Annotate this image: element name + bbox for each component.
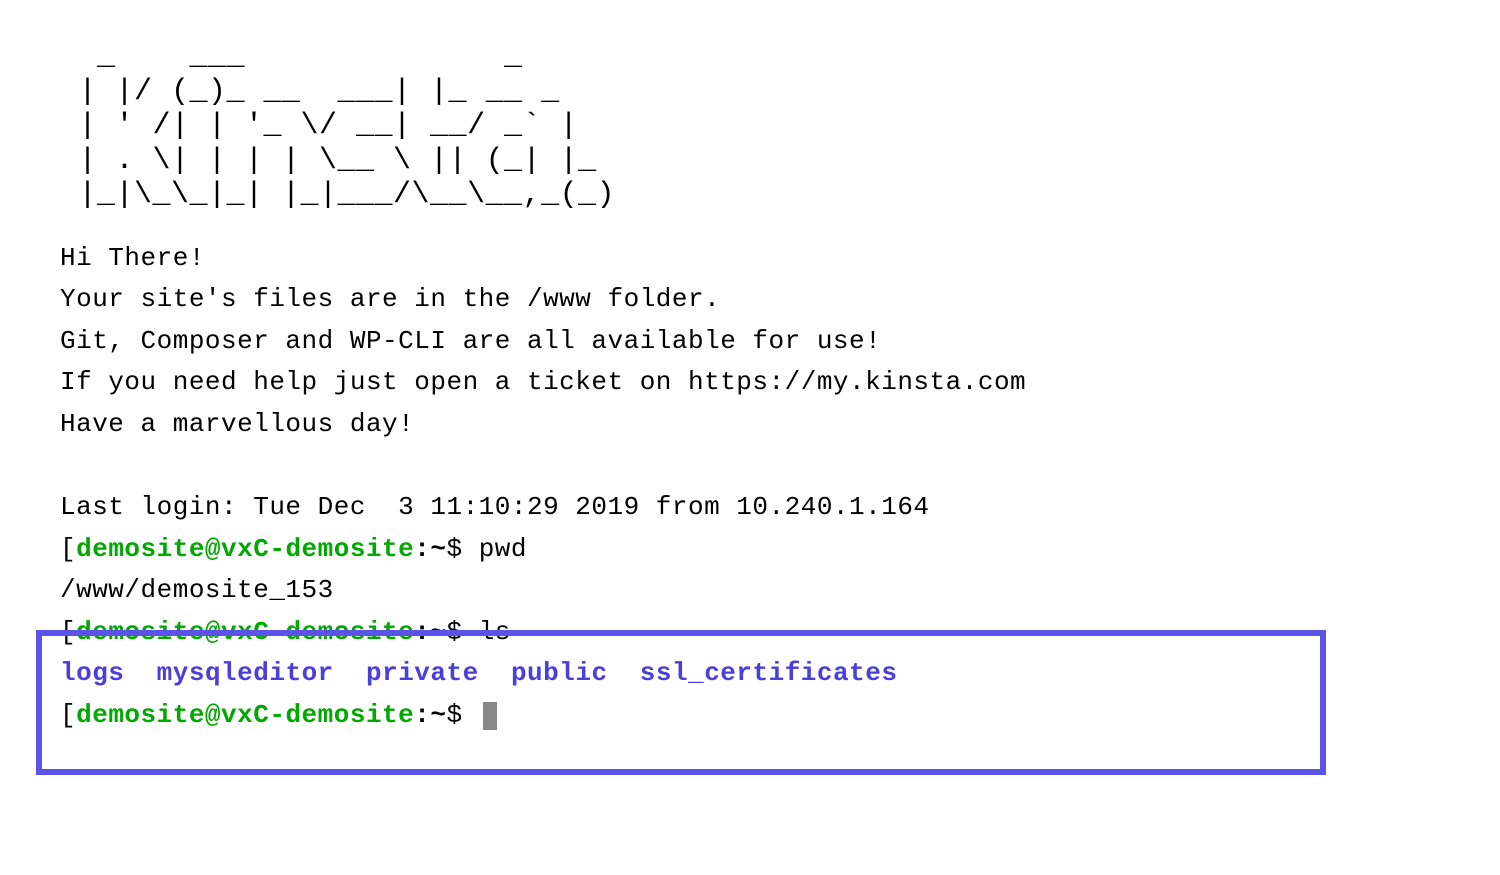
prompt-ls: [demosite@vxC-demosite:~$ ls	[60, 612, 1440, 654]
command-ls: ls	[479, 617, 511, 647]
dir-ssl-certificates: ssl_certificates	[640, 658, 898, 688]
motd-line-3: Git, Composer and WP-CLI are all availab…	[60, 321, 1440, 363]
motd-line-5: Have a marvellous day!	[60, 404, 1440, 446]
prompt-path: ~	[430, 700, 446, 730]
prompt-current[interactable]: [demosite@vxC-demosite:~$	[60, 695, 1440, 737]
ascii-banner: _ ___ _ | |/ (_)_ __ ___| |_ __ _ | ' /|…	[60, 40, 1440, 213]
prompt-path: ~	[430, 534, 446, 564]
dir-logs: logs	[60, 658, 124, 688]
prompt-user-host: demosite@vxC-demosite	[76, 700, 414, 730]
last-login: Last login: Tue Dec 3 11:10:29 2019 from…	[60, 487, 1440, 529]
blank-line	[60, 445, 1440, 487]
prompt-bracket: [	[60, 617, 76, 647]
dir-mysqleditor: mysqleditor	[157, 658, 334, 688]
command-pwd: pwd	[479, 534, 527, 564]
prompt-dollar: $	[446, 534, 478, 564]
prompt-bracket: [	[60, 700, 76, 730]
prompt-bracket: [	[60, 534, 76, 564]
ls-output: logs mysqleditor private public ssl_cert…	[60, 653, 1440, 695]
prompt-colon: :	[414, 534, 430, 564]
prompt-pwd: [demosite@vxC-demosite:~$ pwd	[60, 529, 1440, 571]
prompt-user-host: demosite@vxC-demosite	[76, 534, 414, 564]
prompt-colon: :	[414, 617, 430, 647]
dir-public: public	[511, 658, 608, 688]
prompt-dollar: $	[446, 700, 478, 730]
prompt-dollar: $	[446, 617, 478, 647]
motd-line-1: Hi There!	[60, 238, 1440, 280]
prompt-user-host: demosite@vxC-demosite	[76, 617, 414, 647]
dir-private: private	[366, 658, 479, 688]
prompt-colon: :	[414, 700, 430, 730]
motd-line-4: If you need help just open a ticket on h…	[60, 362, 1440, 404]
cursor-icon	[483, 702, 497, 730]
motd-line-2: Your site's files are in the /www folder…	[60, 279, 1440, 321]
prompt-path: ~	[430, 617, 446, 647]
pwd-output: /www/demosite_153	[60, 570, 1440, 612]
